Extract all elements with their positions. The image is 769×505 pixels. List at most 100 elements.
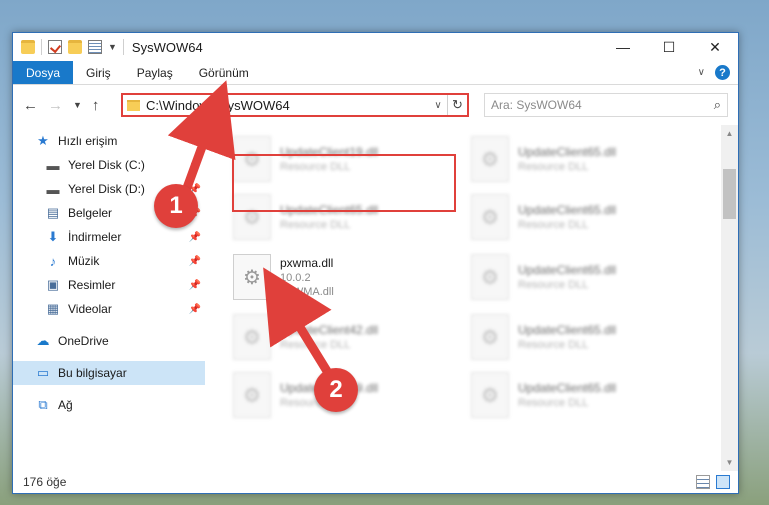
minimize-button[interactable]: — — [600, 33, 646, 61]
tab-share[interactable]: Paylaş — [124, 61, 186, 84]
file-item-pxwma[interactable]: ⚙ pxwma.dll 10.0.2 PxWMA.dll — [233, 249, 448, 305]
folder-icon — [127, 99, 140, 111]
pin-icon: 📌 — [188, 303, 201, 315]
ribbon-right: ∨ ? — [698, 65, 730, 80]
sidebar-item-network[interactable]: ⧉ Ağ — [13, 393, 205, 417]
pin-icon: 📌 — [188, 207, 201, 219]
sidebar-item-onedrive[interactable]: ☁ OneDrive — [13, 329, 205, 353]
file-name: UpdateClient19.dll — [280, 381, 379, 395]
dll-file-icon: ⚙ — [471, 254, 509, 300]
dll-file-icon: ⚙ — [471, 136, 509, 182]
sidebar-item-label: Yerel Disk (C:) — [68, 158, 145, 172]
window-title: SysWOW64 — [131, 39, 203, 55]
file-item[interactable]: ⚙ UpdateClient65.dll Resource DLL — [471, 131, 686, 187]
sidebar-item-music[interactable]: ♪ Müzik 📌 — [13, 249, 205, 273]
sidebar-item-documents[interactable]: ▤ Belgeler 📌 — [13, 201, 205, 225]
videos-icon: ▦ — [46, 301, 60, 316]
file-item[interactable]: ⚙ UpdateClient65.dll Resource DLL — [471, 309, 686, 365]
address-bar[interactable]: C:\Windows\SysWOW64 ∨ ↻ — [121, 93, 469, 117]
file-item[interactable]: ⚙ UpdateClient65.dll Resource DLL — [471, 249, 686, 305]
ribbon-tabs: Dosya Giriş Paylaş Görünüm ∨ ? — [13, 61, 738, 85]
cloud-icon: ☁ — [36, 333, 50, 348]
downloads-icon: ⬇ — [47, 229, 59, 244]
sidebar-item-disk-d[interactable]: ▬ Yerel Disk (D:) 📌 — [13, 177, 205, 201]
tiles-view-icon[interactable] — [716, 475, 730, 489]
drive-icon: ▬ — [46, 157, 60, 173]
vertical-scrollbar[interactable]: ▲ ▼ — [721, 125, 738, 471]
star-icon: ★ — [37, 133, 49, 148]
file-description: Resource DLL — [280, 397, 351, 409]
sidebar-item-label: Müzik — [68, 254, 100, 268]
file-item[interactable]: ⚙ UpdateClient19.dll Resource DLL — [233, 367, 448, 423]
tab-file[interactable]: Dosya — [13, 61, 74, 84]
close-button[interactable]: ✕ — [692, 33, 738, 61]
sidebar-item-label: Ağ — [58, 398, 73, 412]
sidebar-item-label: İndirmeler — [68, 230, 122, 244]
scroll-up-icon[interactable]: ▲ — [721, 125, 738, 142]
back-icon[interactable]: ← — [23, 97, 38, 114]
dll-file-icon: ⚙ — [233, 194, 271, 240]
file-item[interactable]: ⚙ UpdateClient65.dll Resource DLL — [471, 189, 686, 245]
help-icon[interactable]: ? — [715, 65, 730, 80]
file-name: UpdateClient65.dll — [280, 203, 379, 217]
details-view-icon[interactable] — [696, 475, 710, 489]
new-folder-icon[interactable] — [68, 40, 82, 54]
dll-file-icon: ⚙ — [233, 254, 271, 300]
file-description: Resource DLL — [518, 339, 589, 351]
documents-icon: ▤ — [46, 205, 60, 220]
pin-icon: 📌 — [188, 159, 201, 171]
sidebar-item-disk-c[interactable]: ▬ Yerel Disk (C:) 📌 — [13, 153, 205, 177]
file-item[interactable]: ⚙ UpdateClient42.dll Resource DLL — [233, 309, 448, 365]
dll-file-icon: ⚙ — [471, 314, 509, 360]
file-list: ⚙ UpdateClient19.dll Resource DLL ⚙ Upda… — [205, 125, 738, 471]
file-description: Resource DLL — [518, 161, 589, 173]
sidebar-item-quick-access[interactable]: ★ Hızlı erişim — [13, 129, 205, 153]
status-bar: 176 öğe — [13, 471, 738, 493]
customize-dropdown-icon[interactable]: ▼ — [108, 42, 117, 52]
file-item[interactable]: ⚙ UpdateClient65.dll Resource DLL — [233, 189, 448, 245]
scroll-down-icon[interactable]: ▼ — [721, 454, 738, 471]
divider — [122, 39, 124, 55]
maximize-button[interactable]: ☐ — [646, 33, 692, 61]
scroll-thumb[interactable] — [723, 169, 736, 219]
properties-icon[interactable] — [88, 40, 102, 54]
file-name: UpdateClient65.dll — [518, 263, 617, 277]
file-item[interactable]: ⚙ UpdateClient65.dll Resource DLL — [471, 367, 686, 423]
recent-locations-icon[interactable]: ▼ — [73, 100, 82, 110]
address-dropdown-icon[interactable]: ∨ — [429, 100, 447, 111]
sidebar-item-label: Yerel Disk (D:) — [68, 182, 145, 196]
file-description: Resource DLL — [518, 279, 589, 291]
network-icon: ⧉ — [38, 397, 48, 412]
dll-file-icon: ⚙ — [471, 372, 509, 418]
sidebar-item-pictures[interactable]: ▣ Resimler 📌 — [13, 273, 205, 297]
drive-icon: ▬ — [46, 181, 60, 197]
up-icon[interactable]: ↑ — [92, 97, 100, 114]
sidebar-item-label: Bu bilgisayar — [58, 366, 127, 380]
file-name: UpdateClient65.dll — [518, 145, 617, 159]
sidebar-item-label: Resimler — [68, 278, 116, 292]
refresh-icon[interactable]: ↻ — [447, 95, 467, 115]
file-name: UpdateClient65.dll — [518, 323, 617, 337]
title-bar: ▼ SysWOW64 — ☐ ✕ — [13, 33, 738, 61]
sidebar-item-downloads[interactable]: ⬇ İndirmeler 📌 — [13, 225, 205, 249]
file-name: UpdateClient65.dll — [518, 203, 617, 217]
file-item[interactable]: ⚙ UpdateClient19.dll Resource DLL — [233, 131, 448, 187]
expand-ribbon-icon[interactable]: ∨ — [698, 67, 705, 78]
search-placeholder: Ara: SysWOW64 — [491, 98, 582, 112]
tab-view[interactable]: Görünüm — [186, 61, 262, 84]
address-path[interactable]: C:\Windows\SysWOW64 — [146, 98, 429, 113]
content-area: ★ Hızlı erişim ▬ Yerel Disk (C:) 📌 ▬ Yer… — [13, 125, 738, 471]
divider — [41, 39, 42, 55]
tab-home[interactable]: Giriş — [73, 61, 124, 84]
window-controls: — ☐ ✕ — [600, 33, 738, 61]
search-icon[interactable]: ⌕ — [714, 97, 721, 113]
sidebar-item-videos[interactable]: ▦ Videolar 📌 — [13, 297, 205, 321]
sidebar-item-this-pc[interactable]: ▭ Bu bilgisayar — [13, 361, 205, 385]
sidebar-item-label: Belgeler — [68, 206, 113, 220]
file-name: pxwma.dll — [280, 256, 334, 270]
explorer-window: ▼ SysWOW64 — ☐ ✕ Dosya Giriş Paylaş Görü… — [12, 32, 739, 494]
file-description: Resource DLL — [280, 339, 351, 351]
checkmark-icon[interactable] — [48, 40, 62, 54]
search-input[interactable]: Ara: SysWOW64 ⌕ — [484, 93, 728, 117]
forward-icon[interactable]: → — [48, 97, 63, 114]
